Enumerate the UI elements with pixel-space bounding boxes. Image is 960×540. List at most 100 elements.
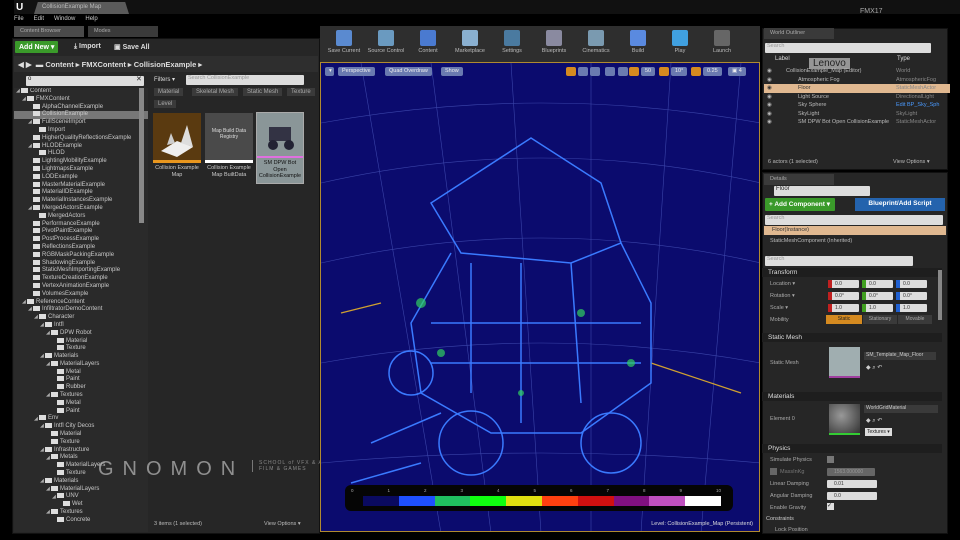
tree-folder[interactable]: ShadowingExample	[14, 259, 148, 268]
tree-folder[interactable]: Wet	[14, 501, 148, 509]
location-label[interactable]: Location ▾	[770, 281, 795, 287]
scale-snap-icon[interactable]	[691, 67, 701, 76]
asset-sm-dpw-bot[interactable]: SM DPW Bot Open CollisionExample	[256, 112, 304, 184]
filter-chip-texture[interactable]: Texture	[287, 88, 315, 96]
tree-folder[interactable]: Import	[14, 126, 148, 135]
component-search-input[interactable]: Search	[765, 215, 943, 225]
tree-folder[interactable]: ◢ Materials	[14, 353, 148, 361]
clear-search-icon[interactable]: ✕	[136, 75, 142, 83]
scale-snap-value[interactable]: 0.25	[703, 67, 722, 76]
outliner-row[interactable]: ◉ Atmospheric Fog AtmosphericFog	[764, 76, 950, 85]
tree-folder[interactable]: Paint	[14, 407, 148, 416]
asset-collision-example-map[interactable]	[153, 113, 201, 163]
location-z-field[interactable]: 0.0	[896, 280, 927, 288]
toolbar-blueprints-button[interactable]: Blueprints	[534, 28, 574, 60]
tree-folder[interactable]: PivotPaintExample	[14, 228, 148, 236]
tree-folder[interactable]: ◢ ReferenceContent	[14, 298, 148, 307]
menu-window[interactable]: Window	[54, 16, 75, 22]
grid-snap-value[interactable]: 50	[641, 67, 656, 76]
world-local-icon[interactable]	[605, 67, 615, 76]
constraints-label[interactable]: Constraints	[766, 516, 794, 522]
textures-dropdown[interactable]: Textures ▾	[865, 428, 892, 436]
menu-edit[interactable]: Edit	[34, 16, 44, 22]
tree-folder[interactable]: ◢ FullSceneImport	[14, 119, 148, 127]
details-search-input[interactable]: Search	[765, 256, 913, 266]
import-button[interactable]: ⤓ Import	[74, 43, 101, 51]
scale-x-field[interactable]: 1.0	[828, 304, 859, 312]
browse-icons[interactable]: ◆ ⌕ ↶	[866, 364, 882, 372]
tree-folder[interactable]: ReflectionsExample	[14, 243, 148, 252]
save-all-button[interactable]: ▣ Save All	[114, 43, 150, 51]
perspective-button[interactable]: Perspective	[338, 67, 375, 76]
tree-folder[interactable]: Paint	[14, 376, 148, 384]
tree-folder[interactable]: ◢ Textures	[14, 392, 148, 400]
tree-folder[interactable]: TextureCreationExample	[14, 275, 148, 283]
section-transform[interactable]: Transform	[762, 268, 942, 277]
outliner-row[interactable]: ◉ SM DPW Bot Open CollisionExample StaticM…	[764, 118, 950, 127]
actor-name-input[interactable]: Floor	[774, 186, 870, 196]
tree-folder[interactable]: ◢ FMXContent	[14, 95, 148, 104]
tree-folder[interactable]: ◢ Infrastructure	[14, 446, 148, 455]
tree-folder[interactable]: VolumesExample	[14, 290, 148, 299]
visibility-eye-icon[interactable]: ◉	[767, 101, 772, 109]
tree-folder[interactable]: LODExample	[14, 173, 148, 182]
section-materials[interactable]: Materials	[762, 392, 942, 401]
enable-gravity-checkbox[interactable]: ✓	[827, 503, 834, 510]
tree-folder[interactable]: VertexAnimationExample	[14, 282, 148, 291]
section-static-mesh[interactable]: Static Mesh	[762, 333, 942, 342]
tree-folder[interactable]: MasterMaterialExample	[14, 181, 148, 190]
toolbar-source-control-button[interactable]: Source Control	[366, 28, 406, 60]
menu-file[interactable]: File	[14, 16, 24, 22]
col-label[interactable]: Label	[775, 56, 790, 62]
tree-folder[interactable]: CollisionExample	[14, 111, 148, 120]
breadcrumb-fmxcontent[interactable]: FMXContent	[82, 60, 126, 69]
tree-folder[interactable]: Concrete	[14, 516, 148, 525]
material-select[interactable]: WorldGridMaterial	[864, 405, 938, 413]
component-static-mesh[interactable]: StaticMeshComponent (Inherited)	[770, 238, 852, 244]
blueprint-add-script-button[interactable]: Blueprint/Add Script	[855, 198, 945, 211]
rotation-z-field[interactable]: 0.0°	[896, 292, 927, 300]
breadcrumb-collisionexample[interactable]: CollisionExample	[134, 60, 197, 69]
toolbar-content-button[interactable]: Content	[408, 28, 448, 60]
filters-button[interactable]: Filters ▾	[154, 76, 175, 83]
show-button[interactable]: Show	[441, 67, 463, 76]
filter-chip-static-mesh[interactable]: Static Mesh	[243, 88, 283, 96]
translate-tool-icon[interactable]	[566, 67, 576, 76]
material-thumbnail[interactable]	[829, 404, 860, 435]
toolbar-cinematics-button[interactable]: Cinematics	[576, 28, 616, 60]
outliner-row[interactable]: ◉ SkyLight SkyLight	[764, 110, 950, 119]
filter-chip-material[interactable]: Material	[154, 88, 184, 96]
scale-z-field[interactable]: 1.0	[896, 304, 927, 312]
asset-search-input[interactable]: Search CollisionExample	[186, 75, 304, 85]
tree-folder[interactable]: Material	[14, 431, 148, 439]
visibility-eye-icon[interactable]: ◉	[767, 84, 772, 92]
toolbar-play-button[interactable]: Play	[660, 28, 700, 60]
toolbar-launch-button[interactable]: Launch	[702, 28, 742, 60]
rotation-snap-value[interactable]: 10°	[671, 67, 688, 76]
filter-chip-skeletal-mesh[interactable]: Skeletal Mesh	[192, 88, 238, 96]
tree-folder[interactable]: MaterialIDExample	[14, 189, 148, 197]
outliner-row[interactable]: ◉ Floor StaticMeshActor	[764, 84, 950, 93]
toolbar-save-current-button[interactable]: Save Current	[324, 28, 364, 60]
scale-tool-icon[interactable]	[590, 67, 600, 76]
filter-chip-level[interactable]: Level	[154, 100, 177, 108]
tree-folder[interactable]: ◢ Character	[14, 314, 148, 322]
static-mesh-select[interactable]: SM_Template_Map_Floor	[864, 352, 936, 360]
tree-folder[interactable]: Texture	[14, 438, 148, 447]
tree-folder[interactable]: ◢ Env	[14, 415, 148, 423]
angular-damping-field[interactable]: 0.0	[827, 492, 877, 500]
asset-collision-example-builtdata[interactable]: Map Build Data Registry	[205, 113, 253, 163]
outliner-view-options[interactable]: View Options ▾	[893, 159, 930, 165]
view-mode-button[interactable]: Quad Overdraw	[385, 67, 432, 76]
toolbar-build-button[interactable]: Build	[618, 28, 658, 60]
outliner-search-input[interactable]: Search	[765, 43, 931, 53]
visibility-eye-icon[interactable]: ◉	[767, 110, 772, 118]
simulate-physics-checkbox[interactable]	[827, 456, 834, 463]
tree-folder[interactable]: Texture	[14, 345, 148, 353]
visibility-eye-icon[interactable]: ◉	[767, 93, 772, 101]
tree-folder[interactable]: LightingMobilityExample	[14, 158, 148, 166]
details-scrollbar[interactable]	[938, 270, 942, 320]
mobility-movable[interactable]: Movable	[898, 315, 932, 324]
tree-folder[interactable]: ◢ MaterialLayers	[14, 360, 148, 369]
toolbar-settings-button[interactable]: Settings	[492, 28, 532, 60]
